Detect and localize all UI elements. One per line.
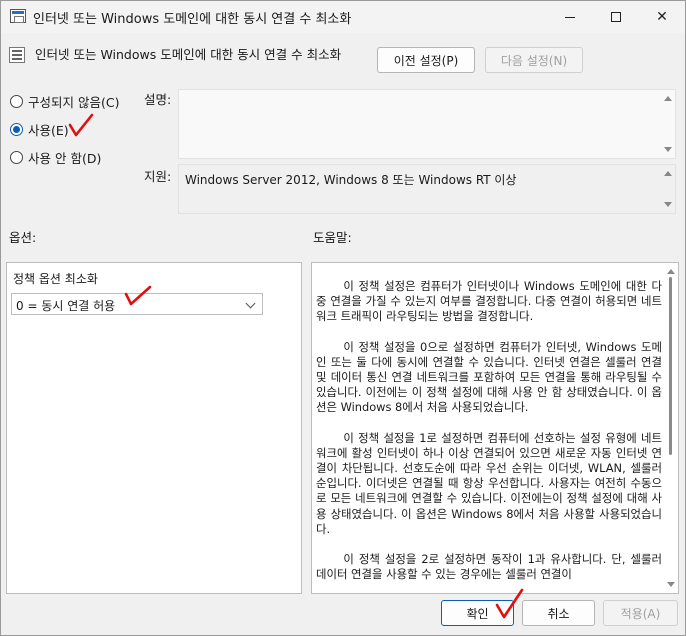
maximize-icon [611, 12, 621, 22]
description-label: 설명: [144, 92, 172, 107]
previous-setting-button[interactable]: 이전 설정(P) [377, 47, 475, 73]
help-scrollbar[interactable] [664, 263, 678, 593]
checkmark-annotation-ok [495, 588, 524, 619]
description-box [178, 89, 676, 159]
radio-disabled[interactable]: 사용 안 함(D) [10, 148, 101, 167]
scroll-up-icon[interactable] [664, 96, 672, 101]
radio-not-configured[interactable]: 구성되지 않음(C) [10, 92, 119, 111]
scroll-thumb[interactable] [669, 277, 672, 455]
scroll-down-icon[interactable] [664, 202, 672, 207]
radio-label: 사용(E) [28, 123, 69, 138]
apply-button[interactable]: 적용(A) [603, 600, 678, 626]
setting-icon [9, 47, 25, 63]
supported-label: 지원: [144, 169, 172, 184]
minimize-icon [565, 16, 575, 18]
radio-label: 구성되지 않음(C) [28, 95, 120, 110]
maximize-button[interactable] [593, 1, 639, 33]
policy-app-icon [10, 9, 26, 23]
policy-editor-window: 인터넷 또는 Windows 도메인에 대한 동시 연결 수 최소화 ✕ 인터넷… [0, 0, 686, 636]
radio-circle[interactable] [10, 123, 23, 136]
help-label: 도움말: [313, 230, 352, 245]
radio-enabled[interactable]: 사용(E) [10, 120, 69, 139]
description-scrollbar[interactable] [661, 90, 675, 158]
options-pane: 정책 옵션 최소화 0 = 동시 연결 허용 [6, 262, 302, 594]
chevron-down-icon [245, 298, 256, 309]
options-label: 옵션: [9, 230, 37, 245]
minimize-button[interactable] [547, 1, 593, 33]
scroll-up-icon[interactable] [667, 269, 675, 274]
policy-option-label: 정책 옵션 최소화 [13, 272, 98, 286]
help-paragraph: 이 정책 설정을 0으로 설정하면 컴퓨터가 인터넷, Windows 도메인 … [316, 339, 662, 415]
scroll-down-icon[interactable] [664, 147, 672, 152]
radio-label: 사용 안 함(D) [28, 151, 102, 166]
supported-text: Windows Server 2012, Windows 8 또는 Window… [185, 173, 517, 187]
help-paragraph: 이 정책 설정은 컴퓨터가 인터넷이나 Windows 도메인에 대한 다중 연… [316, 279, 662, 324]
radio-circle[interactable] [10, 95, 23, 108]
help-paragraph: 이 정책 설정을 1로 설정하면 컴퓨터에 선호하는 설정 유형에 네트워크에 … [316, 430, 662, 536]
cancel-button[interactable]: 취소 [522, 600, 595, 626]
supported-scrollbar[interactable] [661, 165, 675, 213]
supported-box: Windows Server 2012, Windows 8 또는 Window… [178, 164, 676, 214]
checkmark-annotation-option [124, 285, 152, 306]
help-text: 이 정책 설정은 컴퓨터가 인터넷이나 Windows 도메인에 대한 다중 연… [316, 279, 662, 593]
radio-circle[interactable] [10, 151, 23, 164]
scroll-up-icon[interactable] [664, 171, 672, 176]
setting-title: 인터넷 또는 Windows 도메인에 대한 동시 연결 수 최소화 [35, 47, 342, 62]
next-setting-button[interactable]: 다음 설정(N) [485, 47, 583, 73]
close-button[interactable]: ✕ [639, 1, 685, 33]
title-bar: 인터넷 또는 Windows 도메인에 대한 동시 연결 수 최소화 ✕ [1, 1, 685, 33]
scroll-down-icon[interactable] [667, 582, 675, 587]
help-pane: 이 정책 설정은 컴퓨터가 인터넷이나 Windows 도메인에 대한 다중 연… [311, 262, 679, 594]
dropdown-value: 0 = 동시 연결 허용 [16, 299, 116, 313]
help-paragraph: 이 정책 설정을 2로 설정하면 동작이 1과 유사합니다. 단, 셀룰러 데이… [316, 552, 662, 582]
close-icon: ✕ [656, 9, 668, 25]
checkmark-annotation-enabled [68, 113, 94, 137]
window-title: 인터넷 또는 Windows 도메인에 대한 동시 연결 수 최소화 [33, 12, 352, 27]
